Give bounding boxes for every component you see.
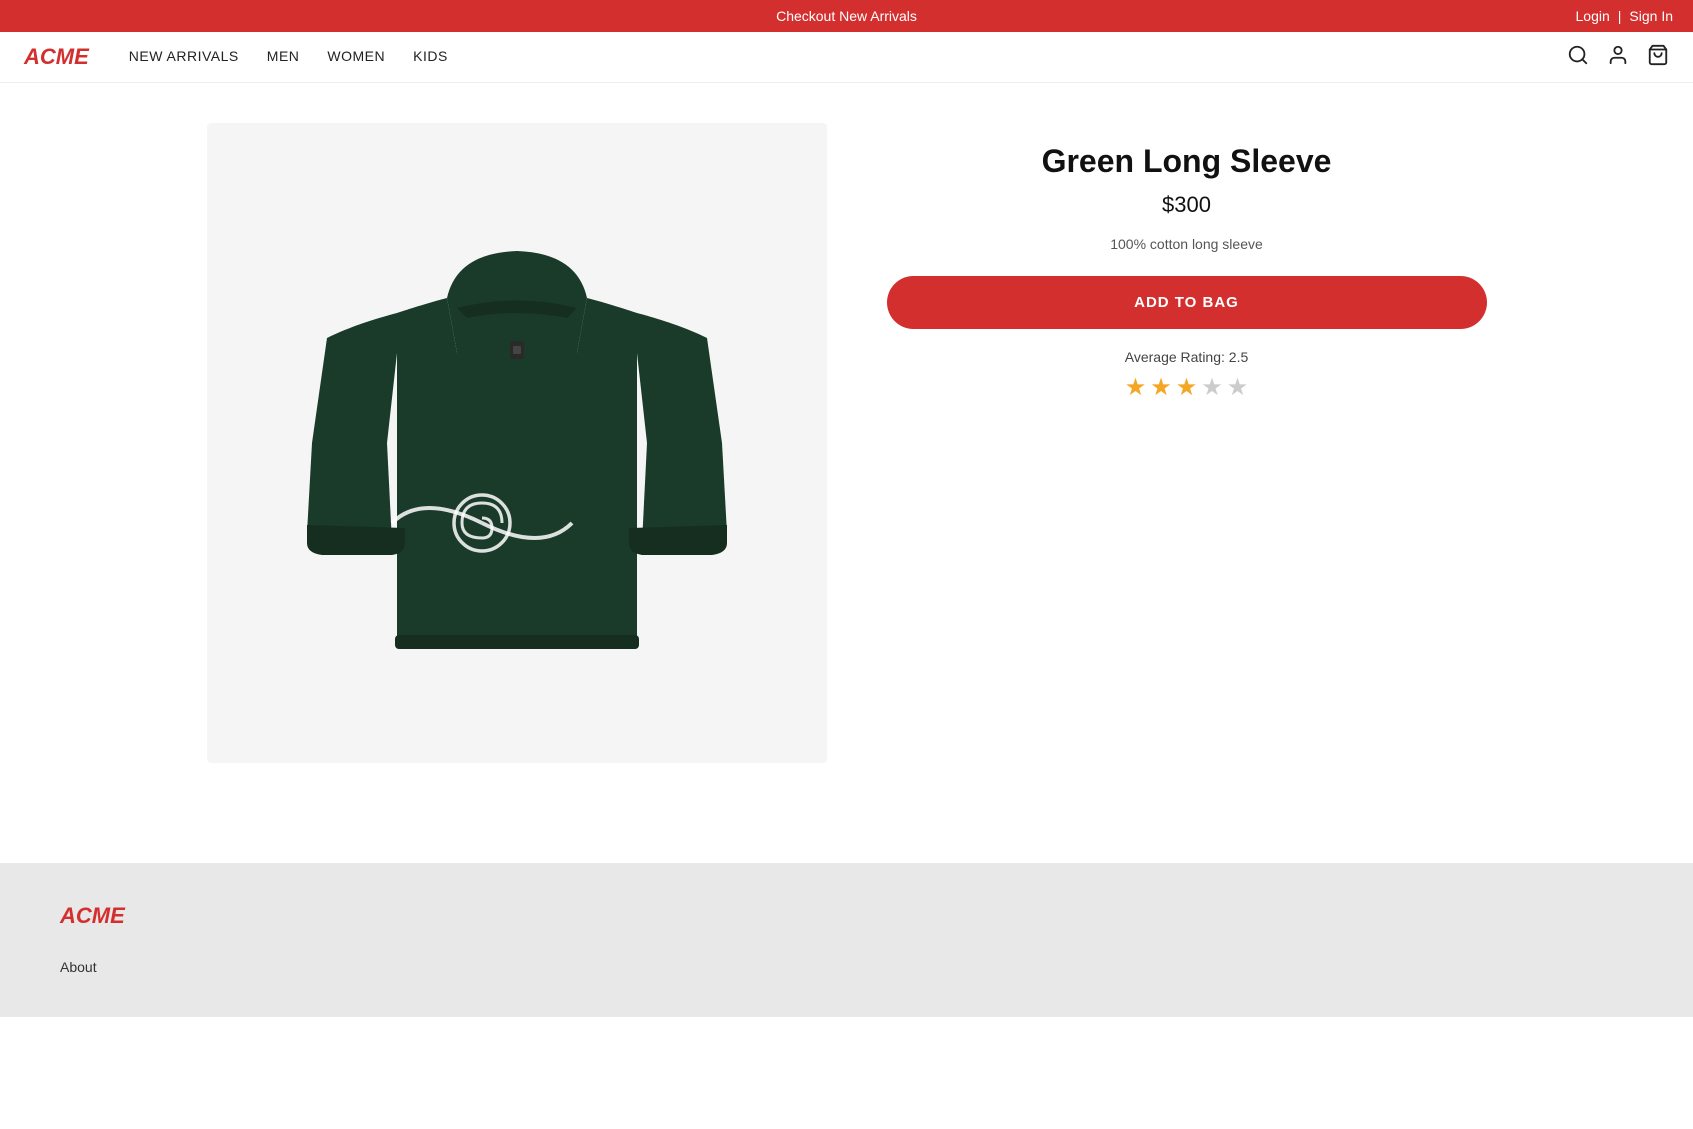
nav-new-arrivals[interactable]: NEW ARRIVALS bbox=[129, 48, 239, 64]
footer: ACME About bbox=[0, 863, 1693, 1017]
signin-link[interactable]: Sign In bbox=[1629, 8, 1673, 24]
search-icon[interactable] bbox=[1567, 44, 1589, 70]
banner-text: Checkout New Arrivals bbox=[776, 8, 917, 24]
star-4: ★ bbox=[1201, 373, 1223, 402]
footer-about-link[interactable]: About bbox=[60, 959, 97, 975]
main-content: Green Long Sleeve $300 100% cotton long … bbox=[147, 83, 1547, 803]
account-icon[interactable] bbox=[1607, 44, 1629, 70]
top-banner: Checkout New Arrivals Login | Sign In bbox=[0, 0, 1693, 32]
star-2: ★ bbox=[1150, 373, 1172, 402]
cart-icon[interactable] bbox=[1647, 44, 1669, 70]
nav-icons bbox=[1567, 44, 1669, 70]
footer-links: About bbox=[60, 959, 1633, 977]
star-3: ★ bbox=[1176, 373, 1198, 402]
rating-label: Average Rating: 2.5 bbox=[1125, 349, 1249, 365]
nav-men[interactable]: MEN bbox=[267, 48, 300, 64]
product-price: $300 bbox=[1162, 192, 1211, 218]
star-5: ★ bbox=[1227, 373, 1249, 402]
add-to-bag-button[interactable]: ADD TO BAG bbox=[887, 276, 1487, 329]
product-description: 100% cotton long sleeve bbox=[1110, 236, 1263, 252]
banner-actions: Login | Sign In bbox=[1576, 8, 1674, 24]
product-image-container bbox=[207, 123, 827, 763]
product-title: Green Long Sleeve bbox=[1042, 143, 1332, 180]
login-link[interactable]: Login bbox=[1576, 8, 1610, 24]
nav-kids[interactable]: KIDS bbox=[413, 48, 448, 64]
star-1: ★ bbox=[1125, 373, 1147, 402]
product-details: Green Long Sleeve $300 100% cotton long … bbox=[887, 123, 1487, 763]
nav-links: NEW ARRIVALS MEN WOMEN KIDS bbox=[129, 48, 1567, 66]
nav-women[interactable]: WOMEN bbox=[327, 48, 385, 64]
product-image bbox=[257, 153, 777, 733]
banner-separator: | bbox=[1618, 8, 1622, 24]
navbar: ACME NEW ARRIVALS MEN WOMEN KIDS bbox=[0, 32, 1693, 83]
footer-logo: ACME bbox=[60, 903, 1633, 929]
brand-logo[interactable]: ACME bbox=[24, 44, 89, 70]
star-rating: ★ ★ ★ ★ ★ bbox=[1125, 373, 1249, 402]
